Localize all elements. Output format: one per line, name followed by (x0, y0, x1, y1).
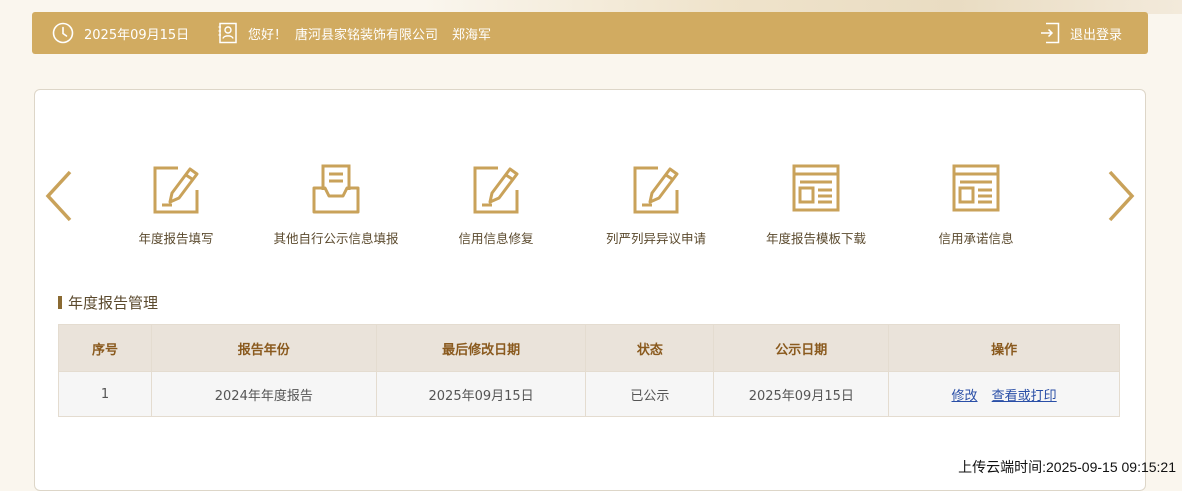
column-header-modified: 最后修改日期 (375, 324, 587, 372)
nav-credit-repair[interactable]: 信用信息修复 (416, 160, 576, 247)
date-display: 2025年09月15日 (52, 12, 189, 54)
user-info: 您好！ 唐河县家铭装饰有限公司 郑海军 (218, 12, 491, 54)
carousel-prev-button[interactable] (42, 168, 76, 224)
nav-label: 其他自行公示信息填报 (273, 231, 399, 246)
column-header-year: 报告年份 (150, 324, 377, 372)
nav-label: 信用信息修复 (458, 231, 534, 246)
nav-objection-application[interactable]: 列严列异异议申请 (576, 160, 736, 247)
column-header-status: 状态 (585, 324, 715, 372)
cell-modified: 2025年09月15日 (375, 371, 587, 417)
cell-actions: 修改 查看或打印 (888, 371, 1120, 417)
nav-template-download[interactable]: 年度报告模板下载 (736, 160, 896, 247)
nav-annual-report-fill[interactable]: 年度报告填写 (96, 160, 256, 247)
cell-year: 2024年年度报告 (150, 371, 377, 417)
modify-link[interactable]: 修改 (952, 389, 978, 404)
section-title-text: 年度报告管理 (68, 294, 159, 312)
greeting-text: 您好！ (248, 27, 288, 43)
cell-status: 已公示 (585, 371, 715, 417)
user-card-icon (218, 22, 238, 44)
column-header-publish-date: 公示日期 (713, 324, 890, 372)
logout-icon (1040, 22, 1060, 44)
nav-label: 列严列异异议申请 (605, 231, 706, 246)
nav-label: 信用承诺信息 (938, 231, 1014, 246)
nav-label: 年度报告填写 (138, 231, 214, 246)
annual-report-table: 序号 报告年份 最后修改日期 状态 公示日期 操作 1 2024年年度报告 20… (58, 324, 1120, 417)
carousel-next-button[interactable] (1104, 168, 1138, 224)
edit-form-icon (630, 160, 682, 216)
document-tray-icon (310, 160, 362, 216)
edit-form-icon (150, 160, 202, 216)
company-name: 唐河县家铭装饰有限公司 (295, 27, 439, 43)
column-header-index: 序号 (58, 324, 152, 372)
cell-publish-date: 2025年09月15日 (713, 371, 890, 417)
chevron-right-icon (1108, 170, 1135, 222)
section-marker (58, 296, 62, 309)
view-print-link[interactable]: 查看或打印 (992, 389, 1057, 404)
table-header-row: 序号 报告年份 最后修改日期 状态 公示日期 操作 (58, 324, 1120, 372)
template-window-icon (950, 160, 1002, 216)
upload-time-text: 上传云端时间:2025-09-15 09:15:21 (958, 459, 1176, 475)
logout-button[interactable]: 退出登录 (1040, 12, 1122, 54)
main-panel (34, 89, 1146, 491)
nav-credit-commitment[interactable]: 信用承诺信息 (896, 160, 1056, 247)
user-name: 郑海军 (452, 27, 492, 43)
section-title: 年度报告管理 (58, 292, 158, 313)
logout-label: 退出登录 (1069, 27, 1122, 43)
clock-icon (52, 22, 74, 44)
template-window-icon (790, 160, 842, 216)
date-text: 2025年09月15日 (84, 27, 190, 43)
column-header-actions: 操作 (888, 324, 1120, 372)
edit-form-icon (470, 160, 522, 216)
nav-label: 年度报告模板下载 (765, 231, 866, 246)
top-bar: 2025年09月15日 您好！ 唐河县家铭装饰有限公司 郑海军 退出登录 (32, 12, 1148, 54)
cell-index: 1 (58, 371, 152, 417)
nav-other-disclosure[interactable]: 其他自行公示信息填报 (256, 160, 416, 247)
chevron-left-icon (45, 170, 72, 222)
table-row: 1 2024年年度报告 2025年09月15日 已公示 2025年09月15日 … (58, 371, 1120, 417)
